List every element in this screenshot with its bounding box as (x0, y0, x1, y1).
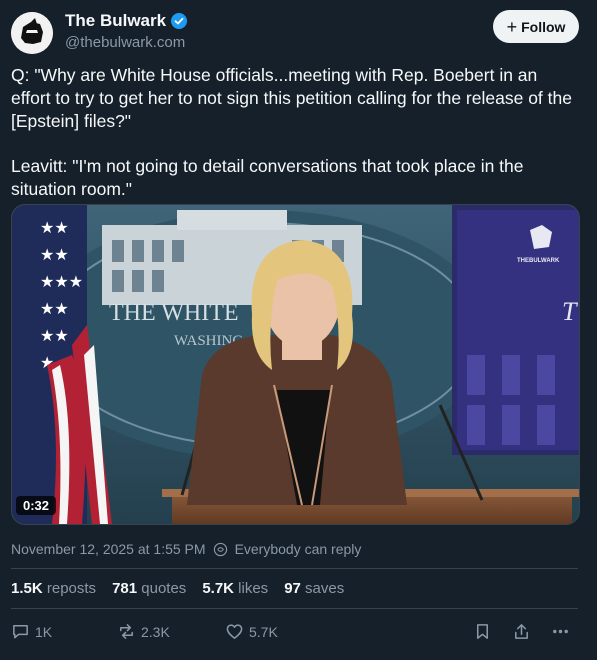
svg-text:★★: ★★ (40, 299, 69, 318)
reposts-count: 1.5K (11, 580, 43, 597)
video-frame: THE WHITE WASHING ★★ ★★ ★★★ ★★ ★★ ★ THEB… (12, 205, 579, 524)
reply-settings-icon (213, 542, 227, 556)
svg-text:★★: ★★ (40, 245, 69, 264)
account-name-text[interactable]: The Bulwark (65, 11, 166, 31)
video-duration-badge: 0:32 (16, 496, 57, 515)
saves-count: 97 (284, 580, 301, 597)
reply-icon (13, 625, 28, 639)
heart-icon (226, 624, 243, 639)
screen-letter: T (562, 297, 578, 326)
saves-label: saves (305, 580, 345, 597)
post-timestamp[interactable]: November 12, 2025 at 1:55 PM (11, 541, 206, 557)
plus-icon: + (506, 16, 518, 37)
saves-stat[interactable]: 97 saves (284, 580, 344, 597)
likes-stat[interactable]: 5.7K likes (202, 580, 268, 597)
svg-text:★★: ★★ (40, 218, 69, 237)
account-name[interactable]: The Bulwark (65, 11, 188, 31)
backdrop-text: THE WHITE (109, 300, 239, 326)
follow-button[interactable]: + Follow (493, 10, 579, 43)
bulwark-helmet-icon (11, 12, 53, 54)
post-meta: November 12, 2025 at 1:55 PM Everybody c… (11, 541, 361, 557)
post-text: Q: "Why are White House officials...meet… (11, 64, 581, 223)
svg-text:★★: ★★ (40, 326, 69, 345)
reply-setting-text: Everybody can reply (234, 541, 362, 557)
like-button[interactable]: 5.7K (225, 622, 278, 641)
reposts-stat[interactable]: 1.5K reposts (11, 580, 96, 597)
screen-logo-text: THEBULWARK (517, 258, 560, 264)
likes-count: 5.7K (202, 580, 234, 597)
quotes-label: quotes (141, 580, 187, 597)
action-bar: 1K 2.3K 5.7K (11, 622, 578, 644)
divider (11, 608, 578, 609)
account-handle[interactable]: @thebulwark.com (65, 34, 185, 51)
more-icon (553, 629, 568, 634)
svg-text:★★★: ★★★ (40, 272, 83, 291)
repost-button[interactable]: 2.3K (117, 622, 170, 641)
post-card: The Bulwark @thebulwark.com + Follow Q: … (0, 0, 597, 660)
quotes-count: 781 (112, 580, 138, 597)
avatar[interactable] (11, 12, 53, 54)
bookmark-icon (476, 624, 489, 639)
quotes-stat[interactable]: 781 quotes (112, 580, 186, 597)
repost-count: 2.3K (141, 623, 170, 640)
reply-button[interactable]: 1K (11, 622, 52, 641)
share-icon (515, 624, 528, 639)
verified-badge-icon (171, 13, 188, 29)
reply-count: 1K (35, 623, 53, 640)
bookmark-button[interactable] (473, 622, 492, 641)
post-paragraph: Q: "Why are White House officials...meet… (11, 65, 572, 131)
reposts-label: reposts (46, 580, 97, 597)
likes-label: likes (238, 580, 269, 597)
share-button[interactable] (512, 622, 531, 641)
follow-button-label: Follow (521, 18, 566, 35)
like-count: 5.7K (249, 623, 278, 640)
repost-icon (120, 624, 133, 639)
engagement-stats: 1.5K reposts 781 quotes 5.7K likes 97 sa… (11, 580, 344, 597)
divider (11, 568, 578, 569)
video-player[interactable]: THE WHITE WASHING ★★ ★★ ★★★ ★★ ★★ ★ THEB… (11, 204, 580, 525)
more-options-button[interactable] (551, 622, 570, 641)
post-paragraph: Leavitt: "I'm not going to detail conver… (11, 156, 524, 199)
